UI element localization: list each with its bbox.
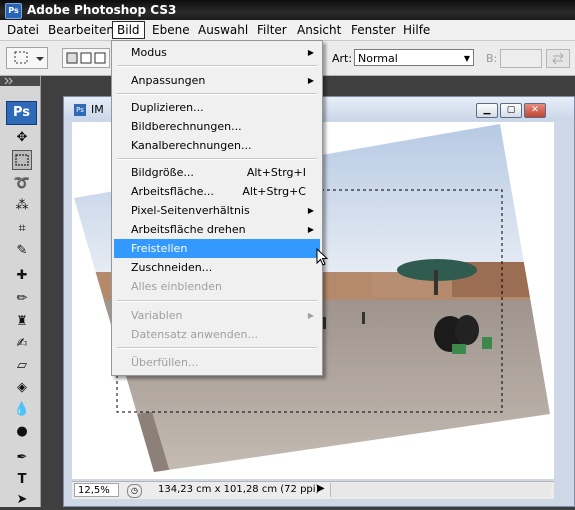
brush-tool-icon[interactable]: ✏ — [12, 289, 32, 309]
mouse-cursor-icon — [316, 248, 329, 266]
minimize-button[interactable]: ▁ — [476, 103, 498, 118]
width-field[interactable] — [500, 49, 542, 68]
document-size-info: 134,23 cm x 101,28 cm (72 ppi) — [158, 484, 320, 495]
maximize-button[interactable]: ▢ — [500, 103, 522, 118]
title-bar: Ps Adobe Photoshop CS3 — [0, 0, 575, 20]
menu-auswahl[interactable]: Auswahl — [194, 22, 252, 38]
blur-tool-icon[interactable]: 💧 — [12, 400, 32, 420]
menu-item-variablen[interactable]: Variablen ▶ — [114, 306, 320, 325]
submenu-arrow-icon: ▶ — [307, 76, 314, 85]
menu-item-anpassungen[interactable]: Anpassungen ▶ — [114, 71, 320, 90]
menu-datei[interactable]: Datei — [3, 22, 43, 38]
menu-item-modus[interactable]: Modus ▶ — [114, 43, 320, 62]
eraser-tool-icon[interactable]: ▱ — [12, 356, 32, 376]
submenu-arrow-icon: ▶ — [307, 311, 314, 320]
shortcut-bildgroesse: Alt+Strg+I — [246, 166, 306, 179]
pen-tool-icon[interactable]: ✒ — [12, 448, 32, 468]
menu-fenster[interactable]: Fenster — [347, 22, 400, 38]
menu-separator — [117, 347, 317, 349]
lasso-tool-icon[interactable]: ➰ — [12, 174, 32, 194]
menu-item-bildgroesse[interactable]: Bildgröße... Alt+Strg+I — [114, 163, 320, 182]
marquee-preset-icon — [14, 51, 44, 64]
swap-arrows-icon — [552, 52, 564, 65]
menu-separator — [117, 158, 317, 160]
history-brush-tool-icon[interactable]: ✍ — [12, 334, 32, 354]
menu-item-arbeitsflaeche-drehen[interactable]: Arbeitsfläche drehen ▶ — [114, 220, 320, 239]
collapse-icon — [4, 77, 13, 85]
status-info-icon[interactable]: ◷ — [127, 484, 142, 498]
menu-item-zuschneiden[interactable]: Zuschneiden... — [114, 258, 320, 277]
menu-ansicht[interactable]: Ansicht — [293, 22, 345, 38]
crop-tool-icon[interactable]: ⌗ — [12, 219, 32, 239]
art-select-value: Normal — [358, 52, 398, 65]
tools-panel: Ps ✥ ➰ ⁂ ⌗ ✎ ✚ ✏ ♜ ✍ ▱ ◈ 💧 ● ✒ T ➤ — [0, 76, 41, 507]
photoshop-app-icon: Ps — [5, 3, 22, 19]
type-tool-icon[interactable]: T — [12, 470, 32, 490]
swap-button[interactable] — [546, 49, 570, 68]
selection-mode-icon — [66, 52, 106, 64]
menu-separator — [117, 65, 317, 67]
width-label: B: — [486, 52, 498, 65]
window-title: Adobe Photoshop CS3 — [27, 3, 177, 17]
menu-separator — [117, 300, 317, 302]
clone-stamp-tool-icon[interactable]: ♜ — [12, 312, 32, 332]
magic-wand-tool-icon[interactable]: ⁂ — [12, 196, 32, 216]
art-label: Art: — [332, 52, 353, 65]
menu-item-alles-einblenden[interactable]: Alles einblenden — [114, 277, 320, 296]
submenu-arrow-icon: ▶ — [307, 225, 314, 234]
menu-separator — [117, 93, 317, 95]
selection-mode-buttons[interactable] — [62, 48, 110, 68]
ps-logo[interactable]: Ps — [6, 101, 37, 125]
paint-bucket-tool-icon[interactable]: ◈ — [12, 378, 32, 398]
submenu-arrow-icon: ▶ — [307, 48, 314, 57]
art-select[interactable]: Normal ▼ — [354, 49, 474, 66]
submenu-arrow-icon: ▶ — [307, 206, 314, 215]
menu-bearbeiten[interactable]: Bearbeiten — [44, 22, 118, 38]
menu-ebene[interactable]: Ebene — [148, 22, 194, 38]
shortcut-arbeitsflaeche: Alt+Strg+C — [242, 185, 306, 198]
document-ps-icon: Ps — [74, 104, 86, 116]
document-name: IM — [91, 103, 104, 116]
status-menu-arrow-icon[interactable]: ▶ — [317, 483, 325, 494]
path-selection-tool-icon[interactable]: ➤ — [12, 490, 32, 510]
tool-preset-picker[interactable] — [6, 47, 48, 69]
menu-item-arbeitsflaeche[interactable]: Arbeitsfläche... Alt+Strg+C — [114, 182, 320, 201]
close-button[interactable]: ✕ — [524, 103, 546, 118]
slice-tool-icon[interactable]: ✎ — [12, 241, 32, 261]
menu-bild[interactable]: Bild — [112, 21, 145, 39]
healing-brush-tool-icon[interactable]: ✚ — [12, 266, 32, 286]
menu-hilfe[interactable]: Hilfe — [399, 22, 434, 38]
menu-item-ueberfuellen[interactable]: Überfüllen... — [114, 353, 320, 372]
zoom-field[interactable]: 12,5% — [74, 483, 119, 497]
rectangular-marquee-tool-icon[interactable] — [12, 150, 32, 170]
menu-item-freistellen[interactable]: Freistellen — [114, 239, 320, 258]
move-tool-icon[interactable]: ✥ — [12, 128, 32, 148]
menu-item-duplizieren[interactable]: Duplizieren... — [114, 98, 320, 117]
menu-filter[interactable]: Filter — [253, 22, 291, 38]
menu-item-datensatz-anwenden[interactable]: Datensatz anwenden... — [114, 325, 320, 344]
document-status-bar: 12,5% ◷ 134,23 cm x 101,28 cm (72 ppi) ▶ — [72, 481, 554, 499]
menu-bar: Datei Bearbeiten Bild Ebene Auswahl Filt… — [0, 20, 575, 41]
bild-menu: Modus ▶ Anpassungen ▶ Duplizieren... Bil… — [111, 40, 323, 376]
menu-item-kanalberechnungen[interactable]: Kanalberechnungen... — [114, 136, 320, 155]
menu-item-pixel-seitenverhaeltnis[interactable]: Pixel-Seitenverhältnis ▶ — [114, 201, 320, 220]
tools-panel-header[interactable] — [0, 76, 40, 86]
horizontal-scrollbar[interactable] — [330, 483, 551, 497]
menu-item-bildberechnungen[interactable]: Bildberechnungen... — [114, 117, 320, 136]
dodge-tool-icon[interactable]: ● — [12, 422, 32, 442]
dropdown-arrow-icon: ▼ — [463, 54, 470, 63]
